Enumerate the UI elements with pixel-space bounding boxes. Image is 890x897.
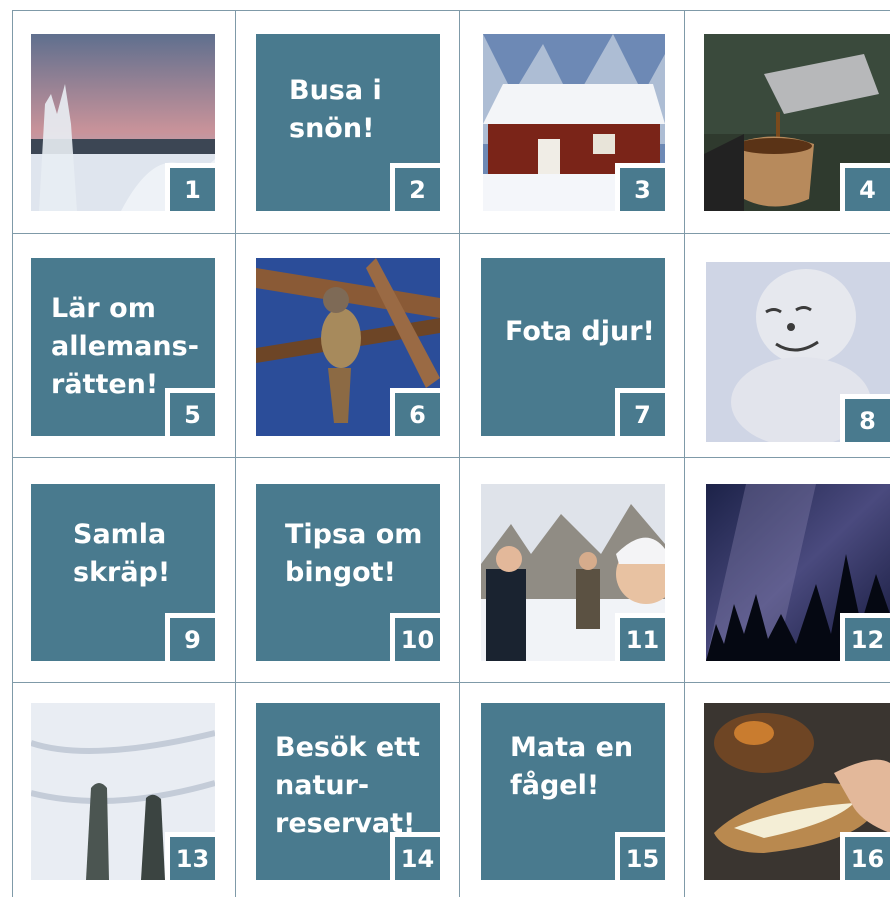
tile-number: 11 <box>615 613 665 661</box>
tile-number: 2 <box>390 163 440 211</box>
tile-6: 6 <box>256 258 440 436</box>
tile-label: Busa i snön! <box>289 75 382 144</box>
tile-3: 3 <box>483 34 665 211</box>
grid-line <box>684 10 685 897</box>
tile-label: Samla skräp! <box>73 519 171 588</box>
tile-number: 16 <box>840 832 890 880</box>
tile-label: Mata en fågel! <box>510 732 634 801</box>
tile-16: 16 <box>704 703 890 880</box>
tile-number: 6 <box>390 388 440 436</box>
tile-7[interactable]: Fota djur! 7 <box>481 258 665 436</box>
grid-line <box>459 10 460 897</box>
tile-5[interactable]: Lär om allemans- rätten! 5 <box>31 258 215 436</box>
tile-9[interactable]: Samla skräp! 9 <box>31 484 215 661</box>
grid-line <box>12 457 890 458</box>
tile-label: Fota djur! <box>505 316 655 347</box>
grid-line <box>235 10 236 897</box>
tile-number: 14 <box>390 832 440 880</box>
tile-8: 8 <box>706 262 890 442</box>
tile-number: 3 <box>615 163 665 211</box>
tile-2[interactable]: Busa i snön! 2 <box>256 34 440 211</box>
tile-12: 12 <box>706 484 890 661</box>
grid-line <box>12 10 890 11</box>
tile-number: 8 <box>840 394 890 442</box>
tile-11: 11 <box>481 484 665 661</box>
grid-line <box>12 682 890 683</box>
tile-number: 9 <box>165 613 215 661</box>
tile-number: 7 <box>615 388 665 436</box>
tile-label: Lär om allemans- rätten! <box>51 293 199 400</box>
tile-10[interactable]: Tipsa om bingot! 10 <box>256 484 440 661</box>
tile-number: 5 <box>165 388 215 436</box>
tile-number: 12 <box>840 613 890 661</box>
tile-1: 1 <box>31 34 215 211</box>
tile-number: 10 <box>390 613 440 661</box>
tile-number: 4 <box>840 163 890 211</box>
tile-label: Besök ett natur- reservat! <box>275 732 420 839</box>
tile-4: 4 <box>704 34 890 211</box>
grid-line <box>12 233 890 234</box>
tile-15[interactable]: Mata en fågel! 15 <box>481 703 665 880</box>
tile-14[interactable]: Besök ett natur- reservat! 14 <box>256 703 440 880</box>
tile-number: 13 <box>165 832 215 880</box>
grid-line <box>12 10 13 897</box>
tile-label: Tipsa om bingot! <box>285 519 423 588</box>
tile-number: 15 <box>615 832 665 880</box>
tile-number: 1 <box>165 163 215 211</box>
tile-13: 13 <box>31 703 215 880</box>
